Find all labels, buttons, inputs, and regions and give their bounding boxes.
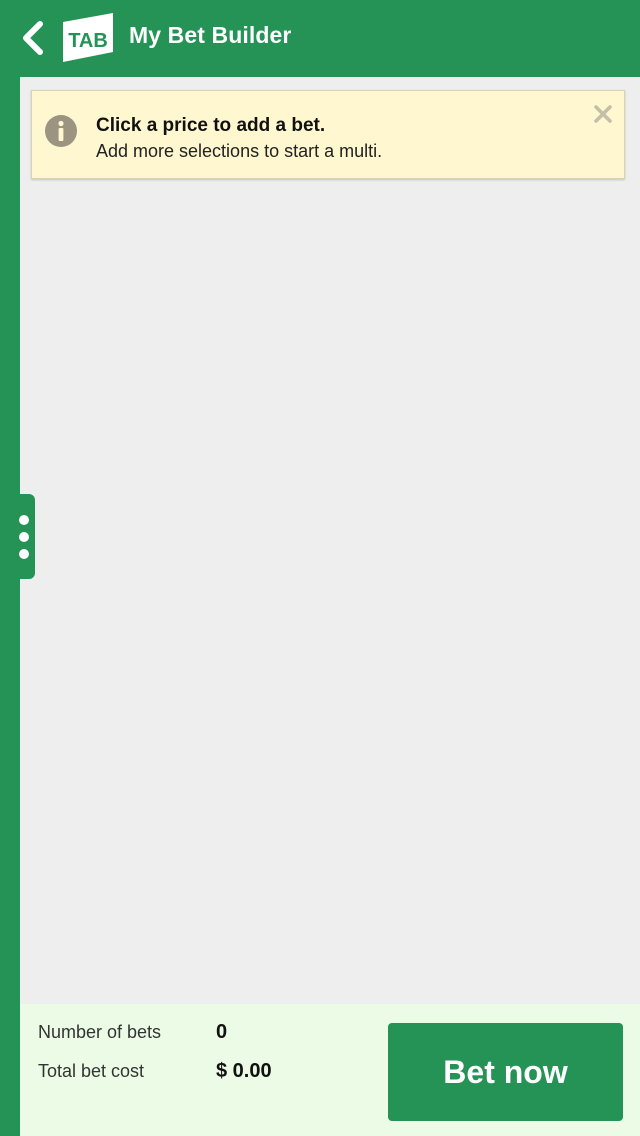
dot [19,549,29,559]
banner-message: Add more selections to start a multi. [96,141,383,161]
total-bet-cost-label: Total bet cost [38,1061,145,1081]
dot [19,532,29,542]
banner-title: Click a price to add a bet. [96,115,326,136]
total-bet-cost-value: $ 0.00 [216,1060,272,1082]
side-drawer-handle[interactable] [0,494,35,579]
close-icon[interactable] [592,103,614,125]
bet-summary-footer: Number of bets 0 Total bet cost $ 0.00 B… [20,1004,640,1136]
back-button[interactable] [14,16,54,60]
tab-logo: TAB [60,10,116,64]
page-title: My Bet Builder [129,22,292,48]
bet-builder-panel: Click a price to add a bet. Add more sel… [20,77,640,1004]
logo-text: TAB [68,30,108,52]
dot [19,515,29,525]
info-banner: Click a price to add a bet. Add more sel… [31,90,625,179]
app-header: TAB My Bet Builder [0,0,640,77]
info-icon [45,115,77,147]
chevron-left-icon [23,21,43,55]
number-of-bets-value: 0 [216,1021,228,1043]
bet-now-button[interactable]: Bet now [388,1023,623,1121]
number-of-bets-label: Number of bets [38,1022,162,1042]
